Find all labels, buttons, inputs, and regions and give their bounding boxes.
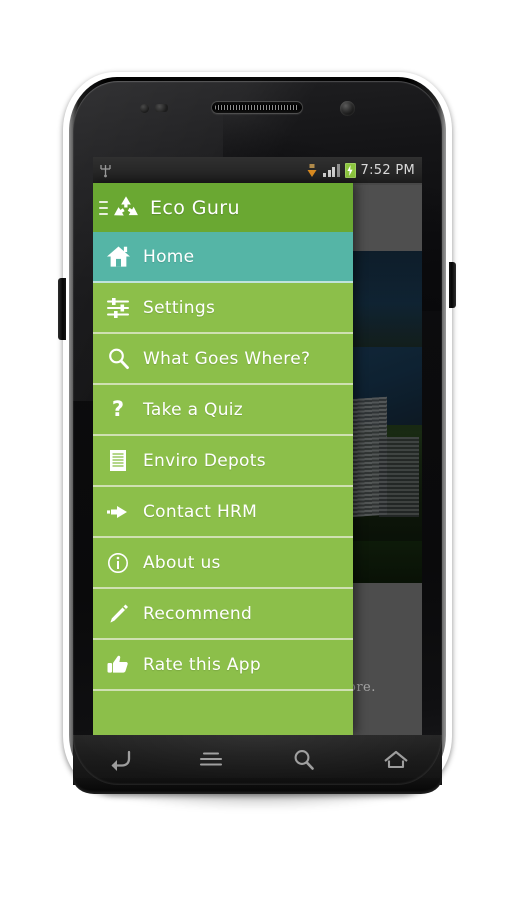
- menu-button[interactable]: [183, 742, 239, 778]
- info-icon: [93, 552, 143, 574]
- power-button[interactable]: [449, 262, 456, 308]
- recycle-icon: [111, 194, 141, 222]
- arrow-right-icon: [93, 503, 143, 521]
- pencil-icon: [93, 602, 143, 626]
- status-bar-notifications: [99, 163, 112, 178]
- drawer-header: Eco Guru: [93, 183, 353, 232]
- drawer-item-enviro-depots[interactable]: Enviro Depots: [93, 436, 353, 487]
- drawer-item-about-us[interactable]: About us: [93, 538, 353, 589]
- phone-screen: ' ore.: [93, 157, 422, 735]
- drawer-item-label: Take a Quiz: [143, 399, 244, 420]
- search-button[interactable]: [276, 742, 332, 778]
- drawer-item-take-a-quiz[interactable]: ? Take a Quiz: [93, 385, 353, 436]
- status-bar: 7:52 PM: [93, 157, 422, 183]
- clock-label: 7:52 PM: [360, 162, 415, 178]
- drawer-item-label: Home: [143, 246, 195, 267]
- phone-bottom-bezel: [73, 778, 442, 794]
- list-icon: [93, 449, 143, 472]
- volume-rocker-button[interactable]: [58, 278, 66, 340]
- drawer-item-label: Rate this App: [143, 654, 261, 675]
- navigation-drawer: Eco Guru Home Settings What Goes Where? …: [93, 183, 353, 735]
- drawer-item-what-goes-where[interactable]: What Goes Where?: [93, 334, 353, 385]
- home-button[interactable]: [368, 742, 424, 778]
- battery-charging-icon: [344, 162, 356, 178]
- drawer-menu-list: Home Settings What Goes Where? ? Take a …: [93, 232, 353, 707]
- drawer-item-partial[interactable]: [93, 691, 353, 707]
- drawer-item-recommend[interactable]: Recommend: [93, 589, 353, 640]
- drawer-item-label: Settings: [143, 297, 216, 318]
- back-button[interactable]: [91, 742, 147, 778]
- drawer-item-home[interactable]: Home: [93, 232, 353, 283]
- home-icon: [93, 245, 143, 268]
- front-camera-icon: [340, 101, 355, 116]
- sliders-icon: [93, 297, 143, 319]
- screenshot-stage: ' ore.: [0, 0, 515, 900]
- download-icon: [306, 163, 318, 178]
- earpiece-speaker: [211, 101, 303, 114]
- light-sensor-icon: [155, 104, 168, 112]
- proximity-sensor-icon: [140, 104, 149, 113]
- drawer-item-label: What Goes Where?: [143, 348, 311, 369]
- signal-icon: [323, 163, 340, 177]
- drawer-item-settings[interactable]: Settings: [93, 283, 353, 334]
- drawer-item-label: Contact HRM: [143, 501, 258, 522]
- usb-icon: [99, 163, 112, 178]
- drawer-item-contact-hrm[interactable]: Contact HRM: [93, 487, 353, 538]
- status-bar-system-icons: 7:52 PM: [306, 162, 415, 178]
- hamburger-icon[interactable]: [99, 200, 108, 215]
- app-title: Eco Guru: [150, 196, 240, 219]
- drawer-item-label: Enviro Depots: [143, 450, 266, 471]
- question-icon: ?: [111, 397, 125, 421]
- search-icon: [93, 347, 143, 370]
- drawer-item-label: About us: [143, 552, 221, 573]
- drawer-item-rate-this-app[interactable]: Rate this App: [93, 640, 353, 691]
- thumbs-up-icon: [93, 654, 143, 676]
- earpiece-mesh: [215, 105, 299, 110]
- drawer-item-label: Recommend: [143, 603, 253, 624]
